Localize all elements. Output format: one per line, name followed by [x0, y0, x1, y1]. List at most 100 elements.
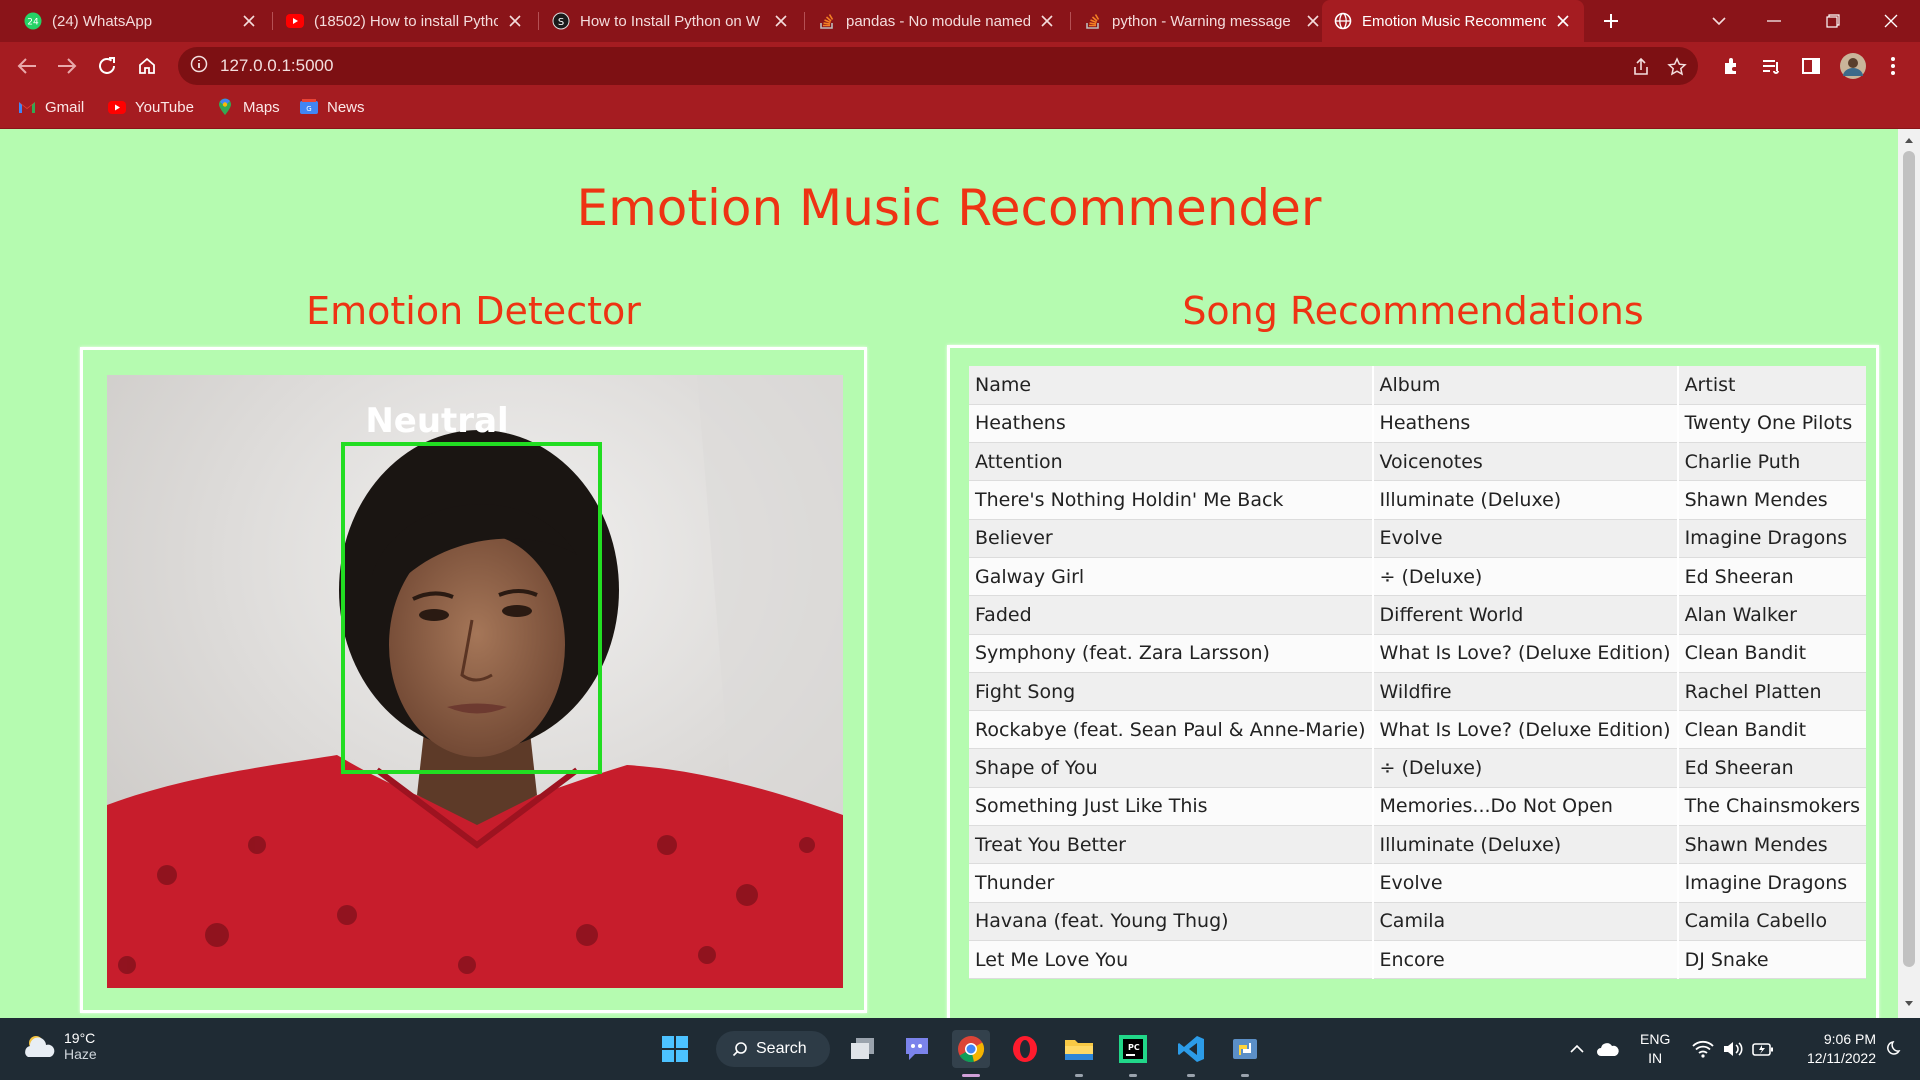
bookmark-maps[interactable]: Maps: [216, 98, 280, 116]
youtube-icon: [286, 12, 304, 30]
close-window-icon[interactable]: [1868, 0, 1914, 42]
youtube-icon: [108, 98, 126, 116]
table-cell: Shape of You: [969, 748, 1374, 788]
table-cell: Clean Bandit: [1677, 710, 1866, 750]
new-tab-button[interactable]: [1588, 0, 1634, 42]
bookmark-youtube[interactable]: YouTube: [108, 98, 194, 116]
emotion-detector-heading: Emotion Detector: [306, 289, 641, 333]
table-row: Believer Evolve Imagine Dragons: [969, 519, 1866, 558]
table-cell: Imagine Dragons: [1677, 863, 1866, 903]
table-cell: Camila: [1372, 902, 1679, 941]
task-view-icon[interactable]: [844, 1030, 882, 1068]
share-icon[interactable]: [1630, 56, 1652, 78]
close-tab-icon[interactable]: [506, 12, 524, 30]
table-cell: Shawn Mendes: [1677, 825, 1866, 865]
table-cell: Alan Walker: [1677, 595, 1866, 635]
onedrive-cloud-icon[interactable]: [1594, 1030, 1622, 1068]
tab-scaler[interactable]: S How to Install Python on W: [540, 0, 802, 42]
table-cell: Rachel Platten: [1677, 672, 1866, 712]
tab-title: (18502) How to install Pytho: [314, 12, 498, 30]
media-queue-icon[interactable]: [1754, 49, 1788, 83]
profile-avatar[interactable]: [1836, 49, 1870, 83]
menu-kebab-icon[interactable]: [1876, 49, 1910, 83]
bookmark-news[interactable]: G News: [300, 98, 365, 116]
clock[interactable]: 9:06 PM 12/11/2022: [1786, 1030, 1876, 1068]
table-row: Let Me Love You Encore DJ Snake: [969, 940, 1866, 980]
table-cell: Shawn Mendes: [1677, 480, 1866, 520]
tab-stackoverflow-pandas[interactable]: pandas - No module named: [806, 0, 1068, 42]
close-tab-icon[interactable]: [1038, 12, 1056, 30]
tray-chevron-up-icon[interactable]: [1566, 1030, 1588, 1068]
table-cell: DJ Snake: [1677, 940, 1866, 980]
back-icon[interactable]: [10, 49, 44, 83]
python-icon[interactable]: [1226, 1030, 1264, 1068]
column-header: Artist: [1677, 366, 1866, 405]
reload-icon[interactable]: [90, 49, 124, 83]
forward-icon[interactable]: [50, 49, 84, 83]
language-indicator[interactable]: ENG IN: [1640, 1030, 1670, 1068]
volume-icon[interactable]: [1720, 1030, 1746, 1068]
chrome-taskbar-icon[interactable]: [952, 1030, 990, 1068]
bookmark-star-icon[interactable]: [1666, 56, 1688, 78]
table-cell: Believer: [969, 519, 1374, 558]
svg-text:PC: PC: [1128, 1043, 1140, 1052]
table-row: Treat You Better Illuminate (Deluxe) Shawn…: [969, 825, 1866, 865]
table-cell: Faded: [969, 595, 1374, 635]
column-header: Name: [969, 366, 1374, 405]
side-panel-icon[interactable]: [1794, 49, 1828, 83]
tab-stackoverflow-warning[interactable]: python - Warning message: [1072, 0, 1334, 42]
close-tab-icon[interactable]: [240, 12, 258, 30]
table-row: Galway Girl ÷ (Deluxe) Ed Sheeran: [969, 557, 1866, 597]
taskbar-search[interactable]: Search: [716, 1031, 830, 1067]
pycharm-icon[interactable]: PC: [1114, 1030, 1152, 1068]
scroll-down-arrow-icon[interactable]: [1898, 995, 1920, 1013]
home-icon[interactable]: [130, 49, 164, 83]
table-cell: Something Just Like This: [969, 787, 1374, 827]
windows-taskbar: 19°C Haze Search PC ENG IN 9:06 PM 12/11…: [0, 1018, 1920, 1080]
table-cell: Evolve: [1372, 519, 1679, 558]
url-text[interactable]: 127.0.0.1:5000: [220, 56, 333, 76]
close-tab-icon[interactable]: [772, 12, 790, 30]
scroll-up-arrow-icon[interactable]: [1898, 131, 1920, 149]
restore-icon[interactable]: [1810, 0, 1856, 42]
info-icon[interactable]: [190, 55, 208, 78]
scrollbar-thumb[interactable]: [1903, 151, 1915, 967]
address-bar[interactable]: 127.0.0.1:5000: [178, 47, 1698, 85]
song-recommendations-heading: Song Recommendations: [1182, 289, 1644, 333]
vertical-scrollbar[interactable]: [1898, 129, 1920, 1018]
tab-title: python - Warning message: [1112, 12, 1291, 30]
tab-youtube[interactable]: (18502) How to install Pytho: [274, 0, 536, 42]
tab-emotion-music-active[interactable]: Emotion Music Recommende: [1322, 0, 1584, 42]
weather-widget[interactable]: 19°C Haze: [22, 1030, 97, 1062]
table-cell: Attention: [969, 442, 1374, 482]
bookmark-gmail[interactable]: Gmail: [18, 98, 84, 116]
bookmarks-bar: Gmail YouTube Maps G News: [0, 89, 1920, 129]
table-cell: Twenty One Pilots: [1677, 404, 1866, 444]
teams-chat-icon[interactable]: [898, 1030, 936, 1068]
table-row: Heathens Heathens Twenty One Pilots: [969, 404, 1866, 444]
battery-icon[interactable]: [1750, 1030, 1776, 1068]
tab-search-chevron-icon[interactable]: [1696, 0, 1742, 42]
table-cell: Illuminate (Deluxe): [1372, 825, 1679, 865]
minimize-icon[interactable]: [1751, 0, 1797, 42]
opera-icon[interactable]: [1006, 1030, 1044, 1068]
vscode-icon[interactable]: [1172, 1030, 1210, 1068]
windows-start-icon[interactable]: [656, 1030, 694, 1068]
table-row: Thunder Evolve Imagine Dragons: [969, 863, 1866, 903]
svg-text:24: 24: [27, 18, 39, 28]
table-cell: Different World: [1372, 595, 1679, 635]
table-row: Shape of You ÷ (Deluxe) Ed Sheeran: [969, 748, 1866, 788]
table-row: Something Just Like This Memories...Do No…: [969, 787, 1866, 827]
close-tab-icon[interactable]: [1304, 12, 1322, 30]
wifi-icon[interactable]: [1690, 1030, 1716, 1068]
notifications-icon[interactable]: [1880, 1030, 1906, 1068]
table-cell: Ed Sheeran: [1677, 557, 1866, 597]
extensions-icon[interactable]: [1714, 49, 1748, 83]
file-explorer-icon[interactable]: [1060, 1030, 1098, 1068]
table-row: Faded Different World Alan Walker: [969, 595, 1866, 635]
haze-cloud-icon: [25, 1036, 55, 1057]
close-tab-icon[interactable]: [1554, 12, 1572, 30]
tab-whatsapp[interactable]: 24 (24) WhatsApp: [12, 0, 270, 42]
table-cell: Heathens: [969, 404, 1374, 444]
table-cell: Evolve: [1372, 863, 1679, 903]
